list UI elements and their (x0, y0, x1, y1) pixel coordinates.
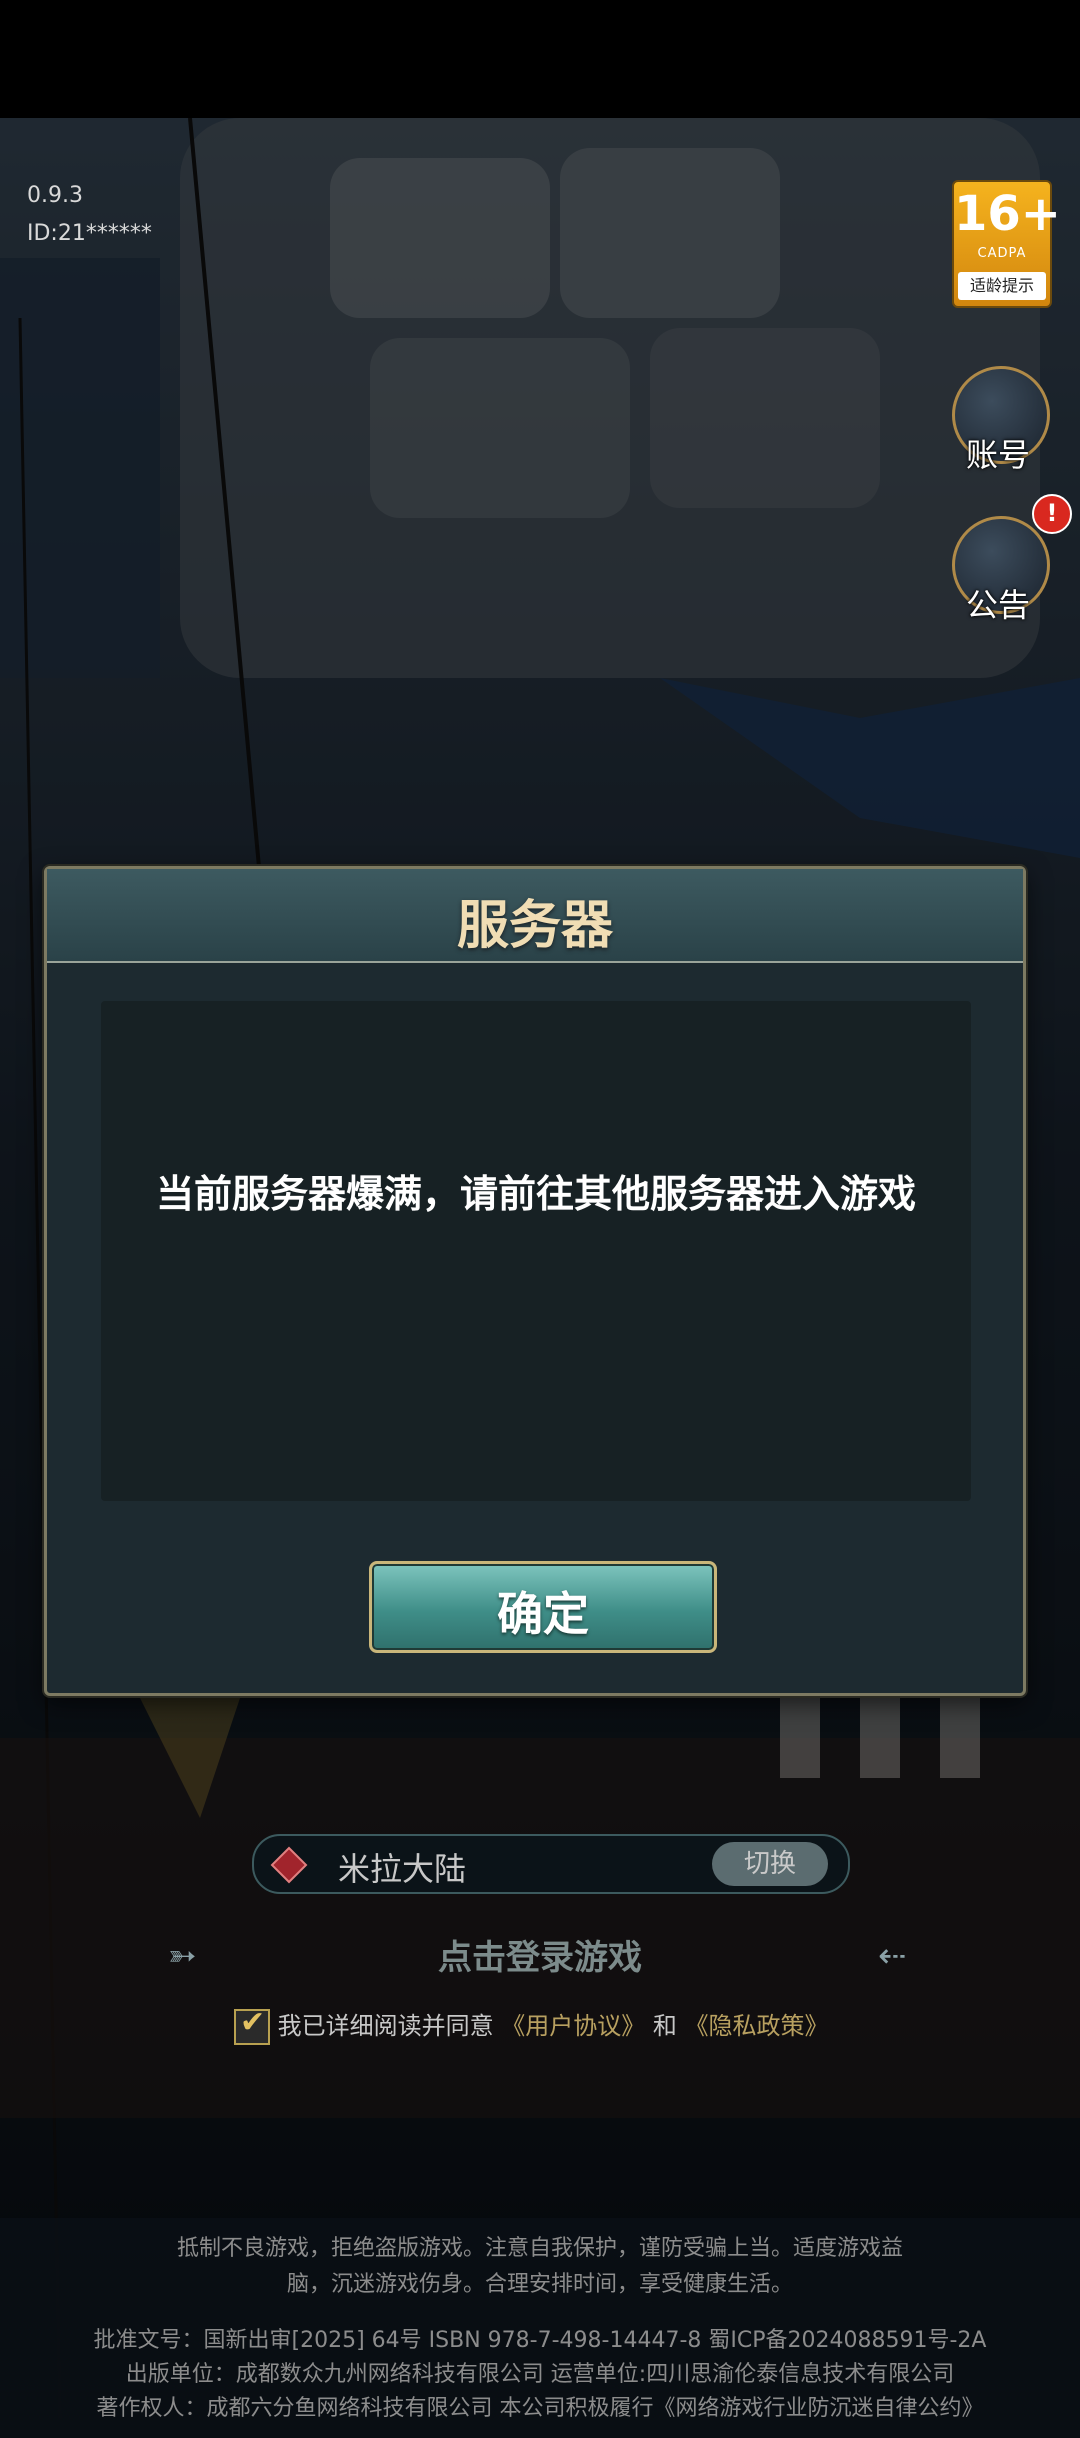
arrow-right-icon: ⇠ (878, 1936, 907, 1976)
version-info: 0.9.3 ID:21****** (27, 180, 152, 256)
notice-badge: ! (1032, 494, 1072, 534)
age-rating: 16+ (954, 186, 1062, 242)
rating-org: CADPA (977, 246, 1027, 261)
agreement-and: 和 (652, 2012, 677, 2040)
copyright-info: 著作权人：成都六分鱼网络科技有限公司 本公司积极履行《网络游戏行业防沉迷自律公约… (96, 2396, 984, 2421)
notice-label: 公告 (965, 586, 1030, 624)
approval-info: 批准文号：国新出审[2025] 64号 ISBN 978-7-498-14447… (93, 2328, 987, 2353)
publisher-info: 出版单位：成都数众九州网络科技有限公司 运营单位:四川思渝伦泰信息技术有限公司 (125, 2362, 955, 2387)
server-name: 米拉大陆 (338, 1850, 467, 1888)
server-selector[interactable]: 米拉大陆 切换 (252, 1834, 850, 1894)
player-id: ID:21****** (27, 221, 152, 246)
agree-checkbox-icon[interactable] (234, 2005, 270, 2045)
user-agreement-link[interactable]: 《用户协议》 (501, 2012, 645, 2040)
agreement-text: 我已详细阅读并同意 (277, 2012, 494, 2040)
dialog-header: 服务器 (47, 869, 1023, 963)
dialog-title: 服务器 (456, 895, 613, 956)
account-button[interactable]: 账号 (948, 366, 1050, 486)
confirm-button[interactable]: 确定 (369, 1561, 717, 1653)
confirm-label: 确定 (497, 1587, 589, 1641)
age-rating-badge[interactable]: 16+ CADPA 适龄提示 (952, 180, 1062, 308)
login-button[interactable]: 点击登录游戏 (0, 1930, 1080, 1979)
notice-button[interactable]: 公告 (948, 516, 1050, 636)
account-label: 账号 (965, 436, 1030, 474)
age-tip: 适龄提示 (958, 272, 1046, 300)
dialog-message: 当前服务器爆满，请前往其他服务器进入游戏 (155, 1172, 916, 1216)
health-notice-line1: 抵制不良游戏，拒绝盗版游戏。注意自我保护，谨防受骗上当。适度游戏益 (176, 2236, 903, 2261)
status-bar (0, 0, 1080, 118)
privacy-policy-link[interactable]: 《隐私政策》 (685, 2012, 829, 2040)
build-version: 0.9.3 (27, 183, 83, 208)
server-dialog: 服务器 当前服务器爆满，请前往其他服务器进入游戏 确定 (44, 866, 1026, 1696)
switch-server-button[interactable]: 切换 (712, 1842, 828, 1886)
dialog-content: 当前服务器爆满，请前往其他服务器进入游戏 (101, 1001, 971, 1501)
health-notice-line2: 脑，沉迷游戏伤身。合理安排时间，享受健康生活。 (286, 2272, 793, 2297)
server-status-icon (270, 1846, 308, 1884)
agreement-row: 我已详细阅读并同意 《用户协议》 和 《隐私政策》 (234, 2005, 829, 2045)
